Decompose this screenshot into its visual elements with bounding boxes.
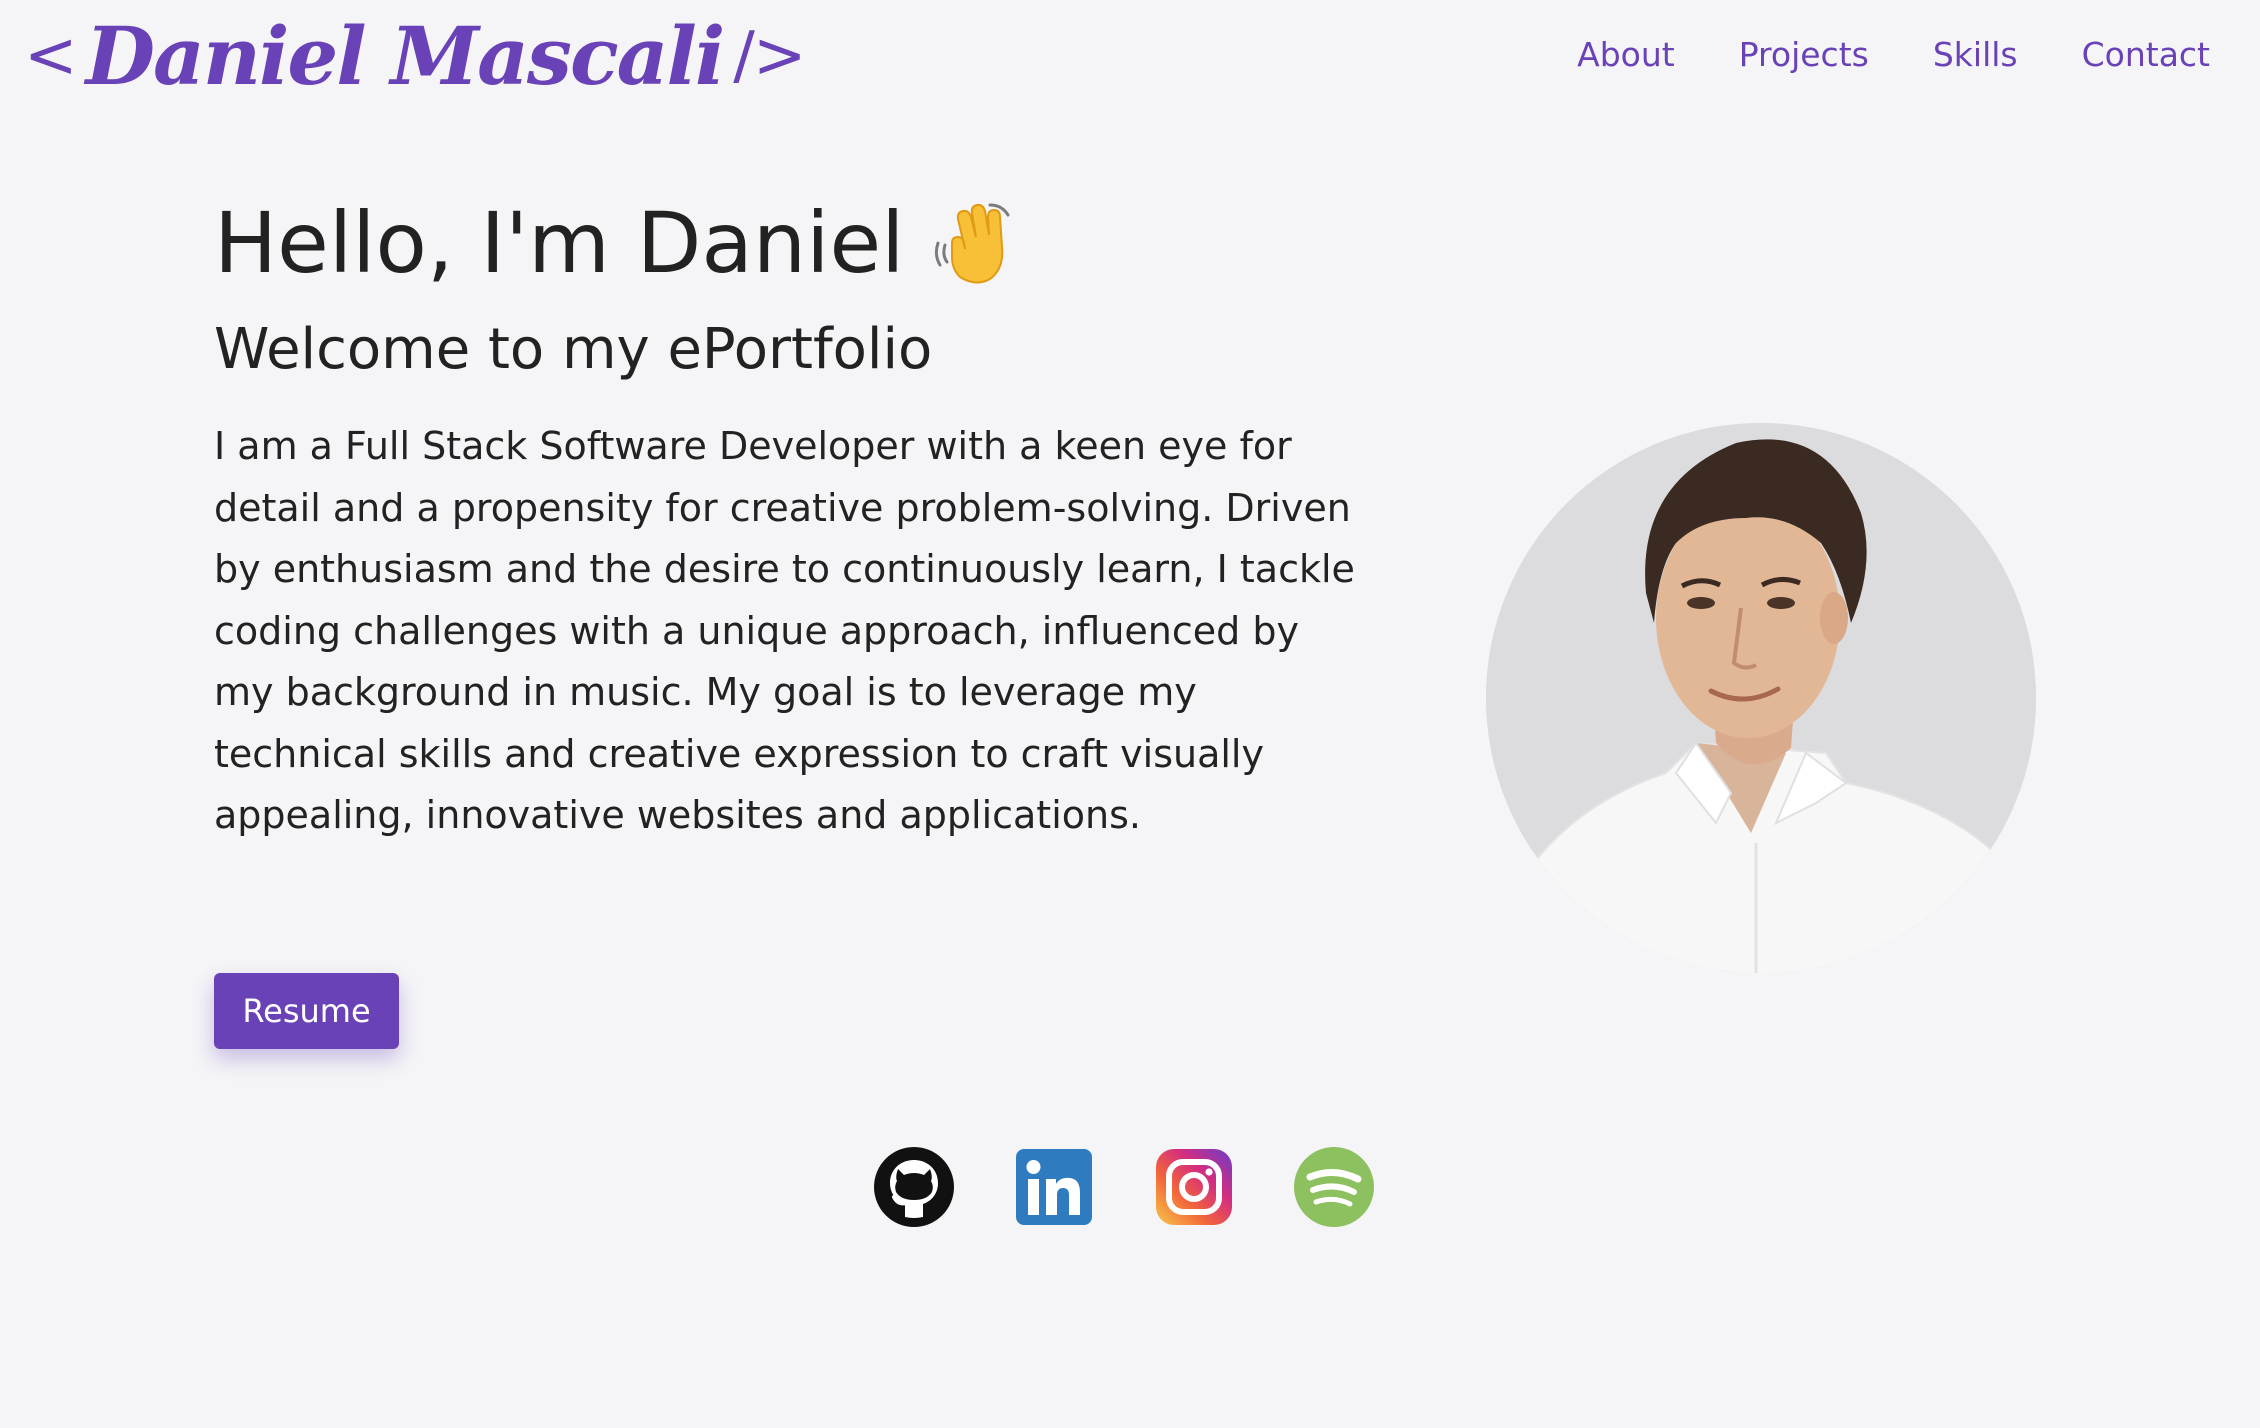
- nav-contact-link[interactable]: Contact: [2082, 38, 2210, 71]
- social-links: [872, 1145, 1376, 1229]
- greeting-text: Hello, I'm Daniel: [214, 194, 905, 292]
- instagram-icon[interactable]: [1152, 1145, 1236, 1229]
- linkedin-icon[interactable]: [1012, 1145, 1096, 1229]
- nav-about-link[interactable]: About: [1577, 38, 1675, 71]
- nav-skills-link[interactable]: Skills: [1933, 38, 2018, 71]
- bio-paragraph: I am a Full Stack Software Developer wit…: [214, 424, 1355, 837]
- github-icon[interactable]: [872, 1145, 956, 1229]
- profile-photo: [1486, 423, 2036, 973]
- logo-link[interactable]: < Daniel Mascali />: [14, 8, 814, 104]
- logo-close-bracket: />: [733, 19, 806, 93]
- hero-section: Hello, I'm Daniel Welcome to my ePortfol…: [214, 188, 1374, 847]
- waving-hand-icon: [930, 199, 1018, 287]
- nav-projects-link[interactable]: Projects: [1739, 38, 1869, 71]
- logo-open-bracket: <: [24, 19, 78, 93]
- greeting-heading: Hello, I'm Daniel: [214, 188, 1374, 298]
- welcome-subtitle: Welcome to my ePortfolio: [214, 317, 933, 382]
- spotify-icon[interactable]: [1292, 1145, 1376, 1229]
- main-nav: About Projects Skills Contact: [1577, 38, 2210, 71]
- resume-button[interactable]: Resume: [214, 973, 399, 1049]
- logo-name: Daniel Mascali: [85, 9, 726, 103]
